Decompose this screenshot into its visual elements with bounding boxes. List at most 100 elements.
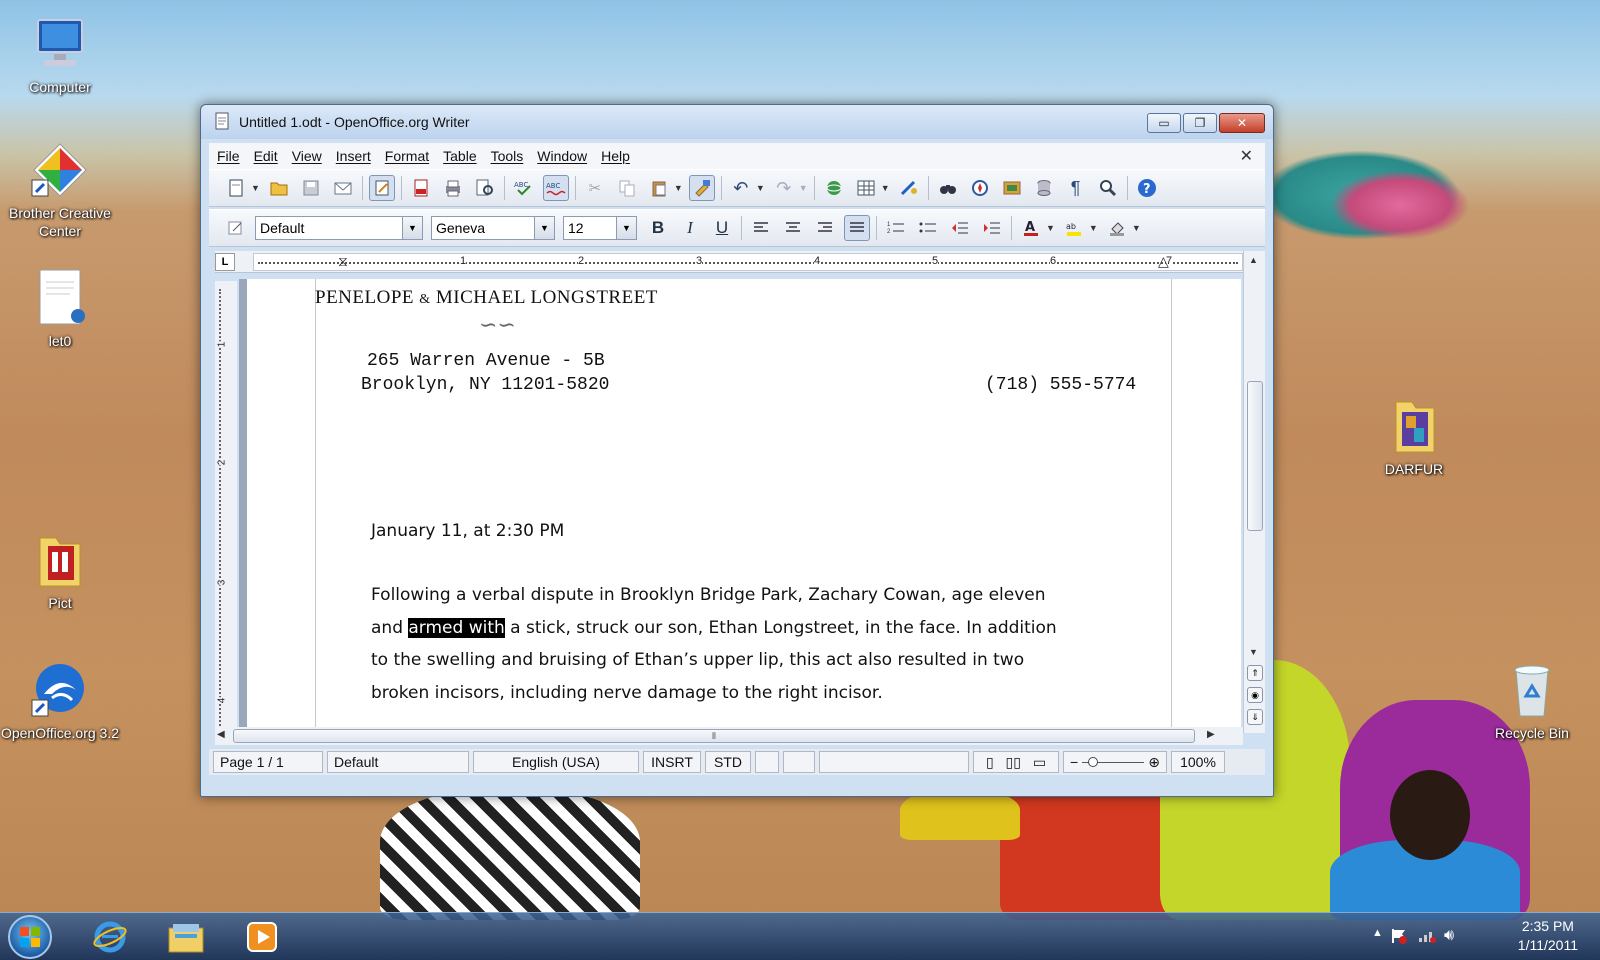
table-dropdown-icon[interactable]: ▼ — [881, 183, 890, 193]
edit-file-icon[interactable] — [368, 175, 395, 201]
hyperlink-icon[interactable] — [821, 175, 847, 201]
paste-icon[interactable] — [646, 175, 672, 201]
open-folder-icon[interactable] — [266, 175, 292, 201]
selected-text[interactable]: armed with — [408, 617, 505, 638]
maximize-button[interactable]: ❐ — [1183, 113, 1217, 133]
horizontal-scrollbar[interactable]: ◀ ⦀ ▶ — [215, 727, 1243, 745]
volume-icon[interactable]: 🔊︎ — [1444, 927, 1454, 945]
align-center-icon[interactable] — [780, 215, 806, 241]
menu-file[interactable]: File — [217, 148, 240, 164]
show-draw-functions-icon[interactable] — [896, 175, 922, 201]
find-replace-icon[interactable] — [935, 175, 961, 201]
language-indicator[interactable]: English (USA) — [473, 751, 639, 773]
indent-marker-icon[interactable]: ⧖ — [338, 253, 348, 270]
font-size-select[interactable]: 12 ▼ — [563, 216, 637, 240]
help-icon[interactable]: ? — [1134, 175, 1160, 201]
undo-icon[interactable]: ↶ — [728, 175, 754, 201]
vertical-scroll-thumb[interactable] — [1247, 381, 1263, 531]
spellcheck-icon[interactable]: ABC — [511, 175, 537, 201]
menu-insert[interactable]: Insert — [336, 148, 371, 164]
tab-stop-selector[interactable]: L — [215, 253, 235, 271]
scroll-down-icon[interactable]: ▼ — [1249, 647, 1258, 657]
data-sources-icon[interactable] — [1031, 175, 1057, 201]
previous-page-icon[interactable]: ⇑ — [1247, 665, 1263, 681]
desktop-icon-computer[interactable]: Computer — [0, 14, 120, 96]
highlighting-icon[interactable]: ab — [1061, 215, 1087, 241]
vertical-scrollbar[interactable]: ▲ ▼ ⇑ ◉ ⇓ — [1243, 251, 1265, 733]
align-left-icon[interactable] — [748, 215, 774, 241]
menu-table[interactable]: Table — [443, 148, 476, 164]
single-page-view-icon[interactable]: ▯ — [986, 754, 994, 771]
paste-dropdown-icon[interactable]: ▼ — [674, 183, 683, 193]
zoom-slider[interactable]: − ⊕ — [1063, 751, 1167, 773]
internet-explorer-icon[interactable] — [90, 917, 130, 957]
desktop-icon-pict[interactable]: Pict — [0, 530, 120, 612]
font-color-icon[interactable]: A — [1018, 215, 1044, 241]
scroll-left-icon[interactable]: ◀ — [217, 729, 225, 740]
close-button[interactable]: ✕ — [1219, 113, 1265, 133]
gallery-icon[interactable] — [999, 175, 1025, 201]
save-icon[interactable] — [298, 175, 324, 201]
insert-mode-indicator[interactable]: INSRT — [643, 751, 701, 773]
next-page-icon[interactable]: ⇓ — [1247, 709, 1263, 725]
menu-format[interactable]: Format — [385, 148, 429, 164]
window-titlebar[interactable]: Untitled 1.odt - OpenOffice.org Writer — [201, 105, 1273, 139]
desktop-icon-let0[interactable]: let0 — [0, 268, 120, 350]
new-document-icon[interactable] — [223, 175, 249, 201]
right-indent-marker-icon[interactable]: △ — [1158, 253, 1169, 270]
menu-help[interactable]: Help — [601, 148, 630, 164]
zoom-level[interactable]: 100% — [1171, 751, 1225, 773]
desktop-icon-brother-creative-center[interactable]: Brother Creative Center — [0, 140, 120, 240]
cut-icon[interactable]: ✂ — [582, 175, 608, 201]
align-right-icon[interactable] — [812, 215, 838, 241]
menu-view[interactable]: View — [292, 148, 322, 164]
zoom-slider-handle[interactable] — [1088, 756, 1099, 767]
show-hidden-icons-icon[interactable]: ▲ — [1372, 927, 1383, 939]
desktop-icon-openoffice[interactable]: OpenOffice.org 3.2 — [0, 660, 120, 742]
desktop-icon-darfur[interactable]: DARFUR — [1354, 396, 1474, 478]
close-document-button[interactable]: ✕ — [1240, 146, 1253, 166]
scroll-up-icon[interactable]: ▲ — [1249, 255, 1258, 265]
page-indicator[interactable]: Page 1 / 1 — [213, 751, 323, 773]
book-view-icon[interactable]: ▭ — [1033, 754, 1046, 771]
digital-signature-indicator[interactable] — [783, 751, 815, 773]
bold-button[interactable]: B — [645, 215, 671, 241]
italic-button[interactable]: I — [677, 215, 703, 241]
navigator-icon[interactable] — [967, 175, 993, 201]
taskbar-clock[interactable]: 2:35 PM 1/11/2011 — [1518, 917, 1578, 955]
chevron-down-icon[interactable]: ▼ — [616, 217, 636, 239]
clone-formatting-icon[interactable] — [688, 175, 715, 201]
media-player-icon[interactable] — [242, 917, 282, 957]
bullets-icon[interactable] — [915, 215, 941, 241]
numbering-icon[interactable]: 12 — [883, 215, 909, 241]
paragraph-style-select[interactable]: Default ▼ — [255, 216, 423, 240]
styles-formatting-icon[interactable] — [223, 215, 249, 241]
background-color-dropdown-icon[interactable]: ▼ — [1132, 223, 1141, 233]
view-layout-buttons[interactable]: ▯ ▯▯ ▭ — [973, 751, 1059, 773]
scroll-right-icon[interactable]: ▶ — [1207, 729, 1215, 740]
desktop-icon-recycle-bin[interactable]: Recycle Bin — [1472, 660, 1592, 742]
windows-explorer-icon[interactable] — [166, 917, 206, 957]
action-center-flag-icon[interactable] — [1390, 927, 1408, 950]
zoom-icon[interactable] — [1095, 175, 1121, 201]
zoom-slider-track[interactable] — [1082, 756, 1145, 767]
page-style-indicator[interactable]: Default — [327, 751, 469, 773]
chevron-down-icon[interactable]: ▼ — [534, 217, 554, 239]
menu-tools[interactable]: Tools — [491, 148, 524, 164]
page-preview-icon[interactable] — [472, 175, 498, 201]
highlighting-dropdown-icon[interactable]: ▼ — [1089, 223, 1098, 233]
menu-window[interactable]: Window — [537, 148, 587, 164]
zoom-in-icon[interactable]: ⊕ — [1148, 754, 1160, 771]
email-document-icon[interactable] — [330, 175, 356, 201]
menu-edit[interactable]: Edit — [254, 148, 278, 164]
background-color-icon[interactable] — [1104, 215, 1130, 241]
new-dropdown-icon[interactable]: ▼ — [251, 183, 260, 193]
start-button[interactable] — [8, 915, 52, 959]
copy-icon[interactable] — [614, 175, 640, 201]
selection-mode-indicator[interactable]: STD — [705, 751, 751, 773]
writer-window[interactable]: Untitled 1.odt - OpenOffice.org Writer ▭… — [200, 104, 1274, 797]
autospellcheck-icon[interactable]: ABC — [542, 175, 569, 201]
justify-icon[interactable] — [844, 215, 870, 241]
network-icon[interactable] — [1418, 927, 1436, 948]
redo-icon[interactable]: ↷ — [771, 175, 797, 201]
